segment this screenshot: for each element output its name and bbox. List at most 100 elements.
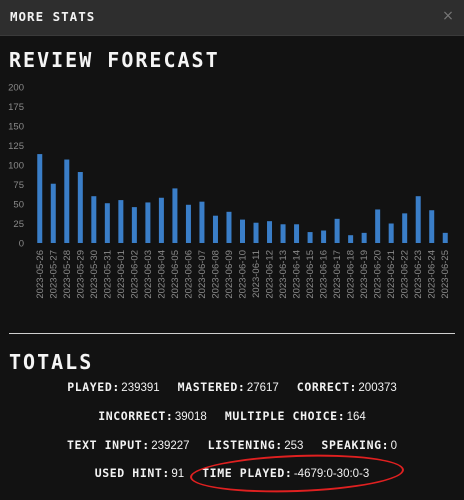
x-tick-label: 2023-05-26	[35, 250, 46, 299]
stat-item: MASTERED: 27617	[178, 380, 279, 394]
y-tick-label: 75	[13, 180, 24, 191]
forecast-bar	[37, 154, 43, 243]
forecast-bar	[307, 232, 313, 243]
stats-row: PLAYED: 239391 MASTERED: 27617 CORRECT: 20037…	[0, 380, 464, 394]
forecast-bar	[50, 183, 56, 243]
y-tick-label: 50	[13, 200, 24, 211]
forecast-bar	[199, 201, 205, 243]
stat-item: PLAYED: 239391	[67, 380, 159, 394]
forecast-bar	[91, 196, 97, 243]
stats-row: INCORRECT: 39018 MULTIPLE CHOICE: 164	[0, 409, 464, 423]
x-tick-label: 2023-06-03	[143, 250, 154, 299]
stat-value: -4679:0-30:0-3	[293, 468, 370, 480]
x-tick-label: 2023-06-09	[224, 250, 235, 299]
divider	[9, 333, 455, 334]
stat-label: CORRECT	[296, 380, 350, 394]
x-tick-label: 2023-06-14	[292, 250, 303, 299]
stat-value: 164	[346, 411, 366, 423]
chart-svg: 02550751001251501752002023-05-26 2023-05-…	[8, 83, 451, 299]
x-tick-label: 2023-06-12	[265, 250, 276, 299]
x-tick-label: 2023-06-24	[427, 250, 438, 299]
forecast-bar	[442, 232, 448, 243]
stat-value: 200373	[358, 382, 397, 394]
forecast-bar	[104, 203, 110, 243]
forecast-bar	[226, 211, 232, 243]
stat-separator: :	[381, 438, 389, 452]
close-icon[interactable]: ×	[440, 8, 456, 24]
x-tick-label: 2023-06-18	[346, 250, 357, 299]
y-tick-label: 175	[8, 102, 24, 113]
stat-label: PLAYED	[67, 380, 113, 394]
forecast-bar	[240, 219, 245, 243]
stat-item: MULTIPLE CHOICE: 164	[225, 409, 366, 423]
forecast-bar	[321, 230, 327, 243]
stat-item: LISTENING: 253	[208, 438, 304, 452]
x-tick-label: 2023-06-22	[400, 250, 411, 299]
x-tick-label: 2023-06-11	[251, 250, 262, 298]
review-forecast-title: REVIEW FORECAST	[9, 48, 220, 72]
forecast-bar	[145, 202, 151, 243]
x-tick-label: 2023-06-06	[183, 250, 194, 299]
stat-value: 39018	[174, 411, 207, 423]
x-tick-label: 2023-06-08	[210, 250, 221, 299]
forecast-bar	[388, 223, 394, 243]
y-tick-label: 125	[8, 141, 24, 152]
y-tick-label: 25	[13, 219, 24, 230]
x-tick-label: 2023-06-16	[319, 250, 330, 299]
stat-value: 0	[390, 440, 397, 452]
more-stats-window: MORE STATS × REVIEW FORECAST 0 25 50 75 100 1…	[0, 0, 464, 500]
stat-separator: :	[337, 409, 345, 423]
stat-value: 239227	[151, 440, 190, 452]
y-tick-label: 0	[19, 239, 24, 250]
x-tick-label: 2023-05-28	[62, 250, 73, 299]
forecast-bar	[158, 197, 164, 243]
stat-item: USED HINT: 91	[95, 466, 184, 480]
stat-label: TIME PLAYED	[202, 466, 285, 480]
y-tick-label: 150	[8, 122, 24, 133]
stat-separator: :	[275, 438, 283, 452]
forecast-bar	[212, 215, 218, 243]
stat-value: 27617	[246, 382, 279, 394]
stat-value: 253	[284, 440, 304, 452]
stat-separator: :	[162, 466, 170, 480]
x-tick-label: 2023-06-25	[440, 250, 451, 299]
stats-row: TEXT INPUT: 239227 LISTENING: 253 SPEAKING: 0	[0, 438, 464, 452]
x-tick-label: 2023-06-23	[413, 250, 424, 299]
stat-separator: :	[142, 438, 150, 452]
stat-value: 91	[171, 468, 185, 480]
forecast-bar	[267, 221, 273, 243]
x-tick-label: 2023-06-05	[170, 250, 181, 299]
stat-label: INCORRECT	[98, 409, 166, 423]
x-tick-label: 2023-06-17	[332, 250, 343, 299]
stat-item: TEXT INPUT: 239227	[67, 438, 190, 452]
x-tick-label: 2023-06-01	[116, 250, 127, 299]
stat-separator: :	[165, 409, 173, 423]
forecast-bar	[77, 172, 83, 243]
x-tick-label: 2023-06-07	[197, 250, 208, 299]
window-title: MORE STATS	[10, 9, 96, 24]
stat-label: USED HINT	[94, 466, 163, 480]
x-tick-label: 2023-05-30	[89, 250, 100, 299]
stat-separator: :	[284, 466, 292, 480]
forecast-bar	[253, 222, 259, 243]
y-tick-label: 100	[8, 161, 24, 172]
y-tick-label: 200	[8, 83, 24, 94]
x-tick-label: 2023-06-13	[278, 250, 289, 299]
x-tick-label: 2023-06-20	[373, 250, 384, 299]
x-tick-label: 2023-05-29	[75, 250, 86, 299]
forecast-bar	[375, 209, 381, 243]
forecast-bar	[361, 232, 367, 243]
forecast-bar	[172, 188, 178, 243]
stat-item: CORRECT: 200373	[297, 380, 397, 394]
stat-label: MULTIPLE CHOICE	[224, 409, 338, 423]
stats-row: USED HINT: 91 TIME PLAYED: -4679:0-30:0-3	[0, 466, 464, 480]
x-tick-label: 2023-06-02	[129, 250, 140, 299]
x-tick-label: 2023-06-10	[238, 250, 249, 299]
forecast-bar	[185, 204, 191, 243]
stat-item: SPEAKING: 0	[321, 438, 397, 452]
forecast-bar	[429, 210, 435, 243]
stat-value: 239391	[121, 382, 160, 394]
x-tick-label: 2023-05-31	[102, 250, 113, 299]
x-tick-label: 2023-05-27	[48, 250, 59, 299]
x-tick-label: 2023-06-04	[156, 250, 167, 299]
